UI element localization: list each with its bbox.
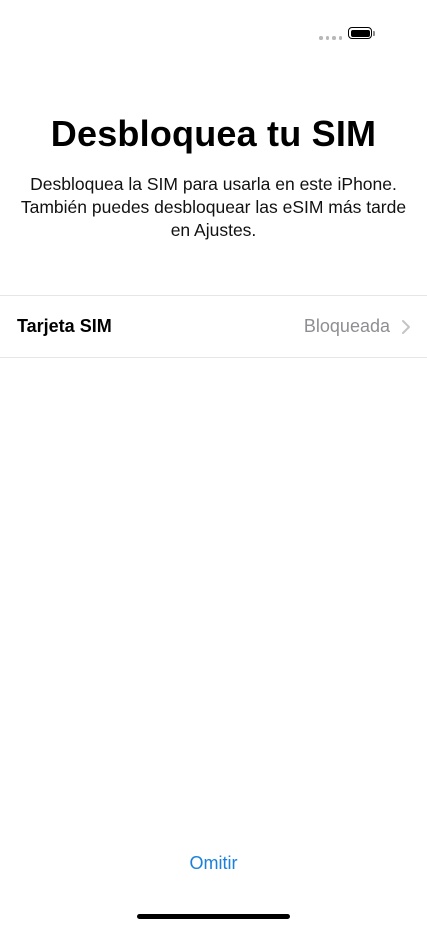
sim-card-row[interactable]: Tarjeta SIM Bloqueada [0, 295, 427, 358]
page-description: Desbloquea la SIM para usarla en este iP… [20, 174, 407, 240]
page-title: Desbloquea tu SIM [50, 113, 377, 154]
chevron-right-icon [402, 319, 410, 334]
sim-card-status: Bloqueada [303, 316, 390, 336]
status-bar [0, 0, 427, 60]
skip-button[interactable]: Omitir [0, 850, 427, 876]
battery-icon [348, 27, 372, 39]
battery-cap [373, 31, 375, 36]
sim-card-label: Tarjeta SIM [17, 316, 112, 336]
signal-dots-icon [319, 36, 342, 40]
home-indicator[interactable] [137, 914, 290, 919]
